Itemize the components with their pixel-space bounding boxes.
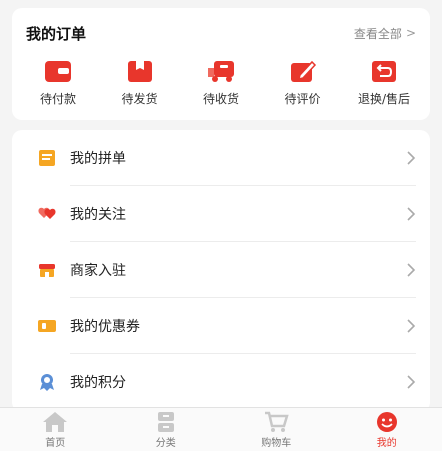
tab-label: 首页	[45, 437, 66, 449]
chevron-right-icon	[407, 319, 416, 333]
order-status-to-review[interactable]: 待评价	[263, 58, 343, 107]
view-all-label: 查看全部	[353, 26, 402, 41]
heart-icon	[38, 207, 56, 219]
menu-item-merchant-join[interactable]: 商家入驻	[12, 242, 430, 298]
chevron-right-icon	[407, 207, 416, 221]
tab-label: 分类	[155, 437, 176, 449]
order-status-to-receive[interactable]: 待收货	[181, 58, 261, 107]
chevron-right-icon	[407, 151, 416, 165]
tab-profile[interactable]: 我的	[332, 408, 442, 451]
orders-title: 我的订单	[26, 24, 87, 43]
order-status-returns[interactable]: 退换/售后	[344, 58, 424, 107]
package-icon	[127, 61, 152, 82]
menu-item-label: 我的拼单	[70, 151, 126, 167]
order-status-label: 待评价	[284, 92, 321, 106]
bottom-tab-bar: 首页 分类 购物车 我的	[0, 407, 442, 451]
menu-card: 我的拼单 我的关注 商家入驻 我的优惠券 我的积分	[12, 130, 430, 412]
home-icon	[43, 411, 68, 432]
wallet-icon	[45, 61, 71, 82]
category-icon	[157, 411, 174, 432]
menu-item-label: 我的优惠券	[70, 319, 140, 335]
order-status-label: 待付款	[39, 92, 76, 106]
tab-label: 我的	[376, 437, 397, 449]
orders-header: 我的订单 查看全部 >	[12, 8, 430, 58]
order-status-label: 待发货	[121, 92, 158, 106]
menu-item-coupons[interactable]: 我的优惠券	[12, 298, 430, 354]
menu-item-group-orders[interactable]: 我的拼单	[12, 130, 430, 186]
chevron-right-icon: >	[405, 26, 416, 40]
menu-item-label: 我的关注	[70, 207, 126, 223]
order-status-row: 待付款 待发货 待收货 待评价 退换/售后	[12, 58, 430, 107]
menu-item-follows[interactable]: 我的关注	[12, 186, 430, 242]
menu-item-points[interactable]: 我的积分	[12, 354, 430, 410]
menu-item-label: 我的积分	[70, 375, 126, 391]
chevron-right-icon	[407, 263, 416, 277]
tab-label: 购物车	[261, 437, 292, 449]
order-status-pending-payment[interactable]: 待付款	[18, 58, 98, 107]
orders-card: 我的订单 查看全部 > 待付款 待发货 待收货 待评价 退换/售后	[12, 8, 430, 120]
tab-cart[interactable]: 购物车	[221, 408, 332, 451]
return-icon	[372, 61, 396, 82]
chevron-right-icon	[407, 375, 416, 389]
order-status-to-ship[interactable]: 待发货	[100, 58, 180, 107]
order-status-label: 待收货	[202, 92, 239, 106]
shop-icon	[39, 264, 55, 277]
tab-home[interactable]: 首页	[0, 408, 111, 451]
order-status-label: 退换/售后	[357, 92, 411, 106]
points-icon	[40, 374, 54, 391]
truck-icon	[208, 61, 234, 82]
menu-item-label: 商家入驻	[70, 263, 126, 279]
cart-icon	[265, 411, 289, 432]
coupon-icon	[38, 320, 56, 332]
profile-icon	[376, 411, 397, 432]
view-all-link[interactable]: 查看全部 >	[354, 25, 416, 42]
group-order-icon	[39, 150, 55, 166]
edit-icon	[290, 60, 316, 82]
tab-category[interactable]: 分类	[111, 408, 222, 451]
